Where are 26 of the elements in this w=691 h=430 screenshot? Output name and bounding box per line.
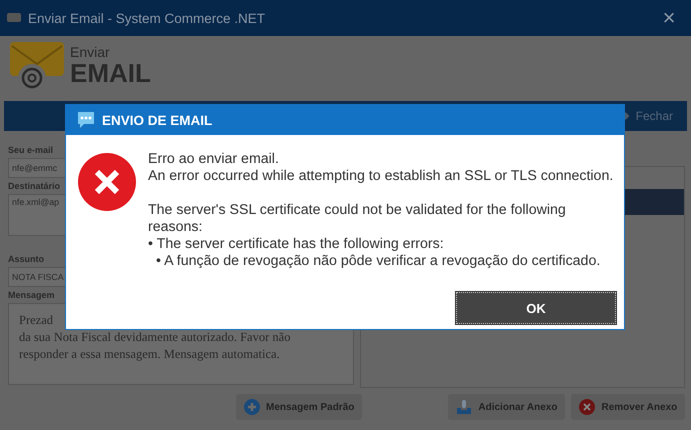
message-text: • The server certificate has the following errors: xyxy=(148,236,445,253)
action-button[interactable]: Mensagem Padrão xyxy=(236,394,362,420)
window-title: Enviar Email - System Commerce .NET xyxy=(28,10,266,26)
message-text: responder a essa mensagem. Mensagem automatica. xyxy=(19,346,281,363)
close-button[interactable]: × xyxy=(647,0,691,36)
message-text: Prezad xyxy=(19,312,54,329)
action-button[interactable]: Adicionar Anexo xyxy=(448,394,566,420)
header-title: EMAIL xyxy=(70,60,151,86)
plus-icon xyxy=(244,399,260,415)
tray-icon xyxy=(456,399,472,415)
dialog-title: ENVIO DE EMAIL xyxy=(102,112,212,128)
error-icon xyxy=(78,153,136,211)
message-text: An error occurred while attempting to establish an SSL or TLS connection. xyxy=(148,168,614,185)
field-label: Destinatário xyxy=(8,181,60,193)
message-text: Erro ao enviar email. xyxy=(148,151,280,168)
action-button[interactable]: Remover Anexo xyxy=(571,394,686,420)
ok-button[interactable]: OK xyxy=(456,292,616,324)
remove-icon xyxy=(579,399,596,415)
header-subtitle: Enviar xyxy=(70,44,111,60)
field-label: Mensagem xyxy=(8,290,55,302)
message-text: da sua Nota Fiscal devidamente autorizado. Favor não xyxy=(19,329,292,346)
chat-icon xyxy=(76,110,96,130)
field-label: Seu e-mail xyxy=(8,145,54,157)
field-label: Assunto xyxy=(8,254,44,266)
message-text: The server's SSL certificate could not be validated for the following reasons: xyxy=(148,202,567,236)
message-text: • A função de revogação não pôde verificar a revogação do certificado. xyxy=(156,253,602,270)
